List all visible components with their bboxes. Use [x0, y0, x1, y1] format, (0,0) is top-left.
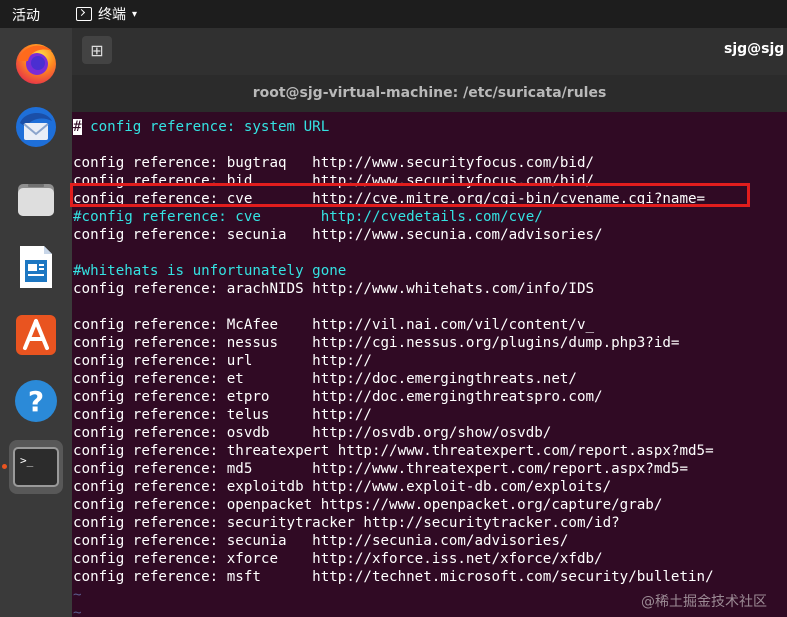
- app-menu-terminal[interactable]: 终端 ▾: [76, 4, 137, 24]
- help-icon: ?: [15, 380, 57, 422]
- dock-item-help[interactable]: ?: [9, 374, 63, 428]
- cursor: #: [73, 119, 82, 135]
- annotation-highlight-box: [70, 183, 750, 207]
- app-menu-label: 终端: [98, 7, 126, 23]
- terminal-line: config reference: etpro http://doc.emerg…: [73, 389, 603, 405]
- dock-item-files[interactable]: [9, 172, 63, 226]
- host-label: sjg@sjg: [724, 41, 785, 57]
- terminal-icon: >_: [13, 447, 59, 487]
- terminal-header: ⊞ sjg@sjg: [72, 28, 787, 75]
- terminal-line: config reference: secunia http://secunia…: [73, 533, 569, 549]
- terminal-line: config reference: exploitdb http://www.e…: [73, 479, 612, 495]
- first-comment-text: config reference: system URL: [81, 119, 330, 135]
- terminal-line: config reference: md5 http://www.threate…: [73, 461, 688, 477]
- terminal-line: config reference: et http://doc.emerging…: [73, 371, 577, 387]
- dock-item-app-center[interactable]: [9, 308, 63, 362]
- firefox-icon: [16, 44, 56, 84]
- terminal-line: config reference: bugtraq http://www.sec…: [73, 155, 595, 171]
- terminal-line: config reference: msft http://technet.mi…: [73, 569, 714, 585]
- new-tab-icon: ⊞: [90, 40, 104, 60]
- dock-item-terminal[interactable]: >_: [9, 440, 63, 494]
- terminal-app-icon: [76, 7, 92, 21]
- terminal-line: config reference: xforce http://xforce.i…: [73, 551, 603, 567]
- terminal-line: config reference: arachNIDS http://www.w…: [73, 281, 595, 297]
- dock: ? >_: [0, 28, 72, 617]
- svg-text:>_: >_: [20, 454, 34, 467]
- empty-buffer-line: ~: [73, 605, 82, 617]
- top-bar: 活动 终端 ▾: [0, 0, 787, 28]
- terminal-line: config reference: url http://: [73, 353, 372, 369]
- terminal-line-comment: # config reference: system URL: [73, 118, 329, 136]
- window-title-bar: root@sjg-virtual-machine: /etc/suricata/…: [72, 75, 787, 112]
- writer-icon: [20, 246, 52, 288]
- chevron-down-icon: ▾: [132, 8, 138, 20]
- new-tab-button[interactable]: ⊞: [82, 36, 112, 64]
- app-center-icon: [16, 315, 56, 355]
- empty-buffer-line: ~: [73, 587, 82, 603]
- terminal-line: config reference: osvdb http://osvdb.org…: [73, 425, 552, 441]
- thunderbird-icon: [16, 107, 56, 147]
- active-indicator: [2, 464, 7, 469]
- terminal-line-comment: #whitehats is unfortunately gone: [73, 263, 347, 279]
- terminal-line: config reference: openpacket https://www…: [73, 497, 663, 513]
- terminal-line-comment: #config reference: cve http://cvedetails…: [73, 209, 543, 225]
- dock-item-thunderbird[interactable]: [9, 100, 63, 154]
- dock-item-writer[interactable]: [9, 240, 63, 294]
- window-title: root@sjg-virtual-machine: /etc/suricata/…: [252, 85, 607, 101]
- terminal-line: config reference: nessus http://cgi.ness…: [73, 335, 680, 351]
- terminal-line: config reference: McAfee http://vil.nai.…: [73, 317, 595, 333]
- files-icon: [18, 184, 54, 216]
- svg-text:?: ?: [28, 385, 44, 418]
- terminal-line: config reference: telus http://: [73, 407, 372, 423]
- dock-item-firefox[interactable]: [9, 36, 63, 90]
- terminal-line: config reference: securitytracker http:/…: [73, 515, 620, 531]
- activities-button[interactable]: 活动: [12, 5, 40, 25]
- terminal-line: config reference: secunia http://www.sec…: [73, 227, 603, 243]
- terminal-line: config reference: threatexpert http://ww…: [73, 443, 714, 459]
- watermark: @稀土掘金技术社区: [641, 594, 767, 610]
